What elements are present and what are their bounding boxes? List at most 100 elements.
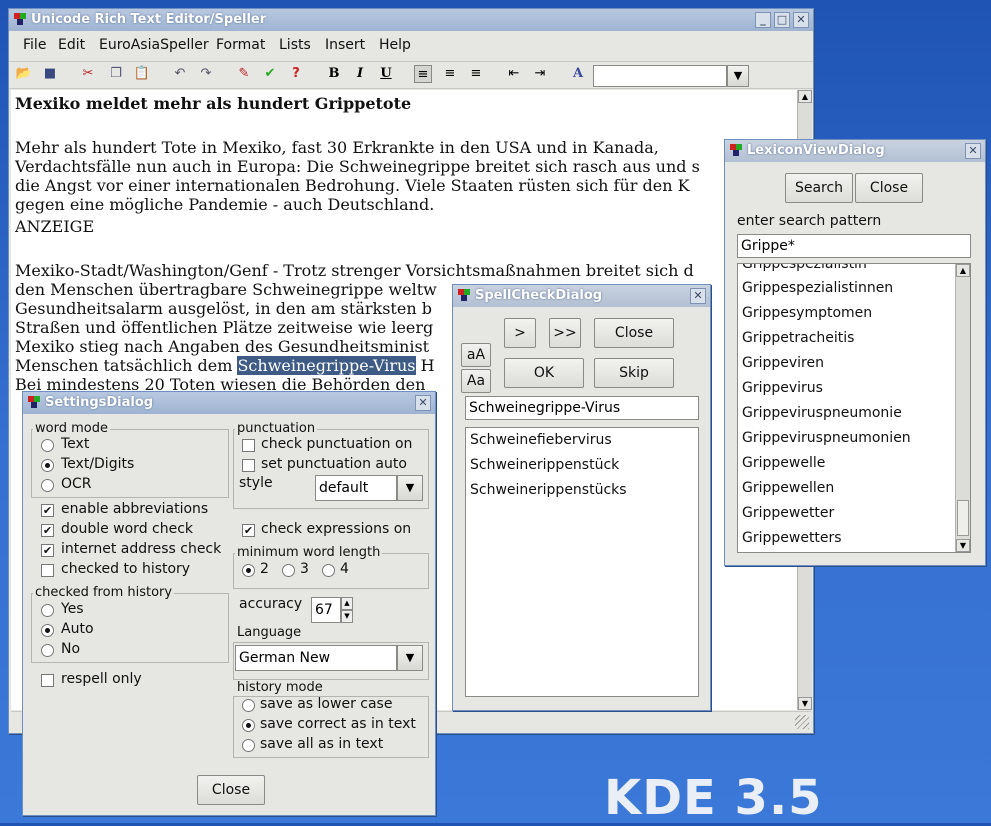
resize-grip-icon[interactable] (795, 715, 809, 729)
pattern-input[interactable]: Grippe* (737, 234, 971, 258)
menu-insert[interactable]: Insert (325, 34, 365, 56)
maximize-button[interactable]: □ (774, 12, 790, 28)
open-icon[interactable]: 📂 (15, 65, 33, 83)
list-item[interactable]: Grippeviruspneumonien (742, 430, 911, 446)
abbreviations-checkbox[interactable]: ✔ (41, 504, 54, 517)
word-input[interactable]: Schweinegrippe-Virus (465, 396, 699, 420)
internet-address-checkbox[interactable]: ✔ (41, 544, 54, 557)
list-item[interactable]: Grippewellen (742, 480, 834, 496)
scroll-thumb[interactable] (957, 500, 969, 536)
suggestions-list[interactable]: Schweinefiebervirus Schweinerippenstück … (465, 427, 699, 697)
paste-icon[interactable]: 📋 (133, 65, 151, 83)
min-word-2-radio[interactable] (242, 564, 255, 577)
align-center-icon[interactable]: ≡ (441, 65, 459, 83)
menu-file[interactable]: File (23, 34, 46, 56)
help-icon[interactable]: ? (287, 65, 305, 83)
respell-only-checkbox[interactable] (41, 674, 54, 687)
word-mode-text-radio[interactable] (41, 439, 54, 452)
font-combo-arrow[interactable]: ▼ (727, 65, 749, 87)
skip-button[interactable]: Skip (594, 358, 674, 388)
close-button[interactable]: ✕ (793, 12, 809, 28)
menu-format[interactable]: Format (216, 34, 265, 56)
min-word-3-radio[interactable] (282, 564, 295, 577)
list-item[interactable]: Grippevirus (742, 380, 823, 396)
scroll-down-icon[interactable]: ▼ (798, 697, 812, 710)
copy-icon[interactable]: ❐ (107, 65, 125, 83)
spell-close-button[interactable]: Close (594, 318, 674, 348)
list-item[interactable]: Grippesymptomen (742, 305, 872, 321)
uppercase-button[interactable]: Aa (461, 369, 491, 393)
expressions-checkbox[interactable]: ✔ (242, 524, 255, 537)
check-punctuation-checkbox[interactable] (242, 439, 255, 452)
spin-down-icon[interactable]: ▼ (341, 610, 353, 623)
scroll-down-icon[interactable]: ▼ (956, 539, 970, 552)
scroll-up-icon[interactable]: ▲ (956, 264, 970, 277)
checked-to-history-checkbox[interactable] (41, 564, 54, 577)
history-auto-radio[interactable] (41, 624, 54, 637)
menu-euroasiaspeller[interactable]: EuroAsiaSpeller (99, 34, 209, 56)
history-correct-radio[interactable] (242, 719, 255, 732)
spellcheck-title-bar[interactable]: SpellCheckDialog ✕ (453, 285, 710, 307)
bold-button[interactable]: B (325, 65, 343, 83)
minimize-button[interactable]: _ (755, 12, 771, 28)
history-no-radio[interactable] (41, 644, 54, 657)
menu-edit[interactable]: Edit (58, 34, 85, 56)
lexicon-search-button[interactable]: Search (785, 173, 853, 203)
accuracy-spinbox[interactable]: 67 (311, 597, 341, 623)
scroll-up-icon[interactable]: ▲ (798, 90, 812, 103)
list-item[interactable]: Grippetracheitis (742, 330, 854, 346)
indent-icon[interactable]: ⇥ (531, 65, 549, 83)
history-yes-radio[interactable] (41, 604, 54, 617)
lexicon-close-icon[interactable]: ✕ (965, 143, 981, 159)
spellcheck-close-icon[interactable]: ✕ (690, 288, 706, 304)
next-button[interactable]: > (504, 318, 536, 348)
list-item[interactable]: Schweinerippenstück (470, 457, 619, 473)
italic-button[interactable]: I (351, 65, 369, 83)
word-mode-textdigits-radio[interactable] (41, 459, 54, 472)
style-combo-arrow[interactable]: ▼ (397, 475, 423, 501)
selected-word[interactable]: Schweinegrippe-Virus (237, 356, 416, 375)
cut-icon[interactable]: ✂ (79, 65, 97, 83)
list-item[interactable]: Grippespezialistinnen (742, 280, 893, 296)
language-combo[interactable]: German New (235, 645, 397, 671)
font-combo[interactable] (593, 65, 727, 87)
list-item[interactable]: Grippewelle (742, 455, 825, 471)
spin-up-icon[interactable]: ▲ (341, 597, 353, 610)
ok-button[interactable]: OK (504, 358, 584, 388)
double-word-checkbox[interactable]: ✔ (41, 524, 54, 537)
language-combo-arrow[interactable]: ▼ (397, 645, 423, 671)
menu-help[interactable]: Help (379, 34, 411, 56)
save-icon[interactable]: ■ (41, 65, 59, 83)
lexicon-title-bar[interactable]: LexiconViewDialog ✕ (725, 140, 985, 162)
list-item[interactable]: Grippewetters (742, 530, 842, 546)
settings-close-button[interactable]: Close (197, 775, 265, 805)
redo-icon[interactable]: ↷ (197, 65, 215, 83)
list-item[interactable]: Schweinefiebervirus (470, 432, 612, 448)
min-word-4-radio[interactable] (322, 564, 335, 577)
outdent-icon[interactable]: ⇤ (505, 65, 523, 83)
settings-title-bar[interactable]: SettingsDialog ✕ (23, 392, 435, 414)
punctuation-auto-checkbox[interactable] (242, 459, 255, 472)
list-item[interactable]: Grippeviruspneumonie (742, 405, 902, 421)
check-icon[interactable]: ✔ (261, 65, 279, 83)
list-item[interactable]: Schweinerippenstücks (470, 482, 627, 498)
font-icon[interactable]: A (569, 65, 587, 83)
align-right-icon[interactable]: ≡ (467, 65, 485, 83)
style-combo[interactable]: default (315, 475, 397, 501)
history-all-radio[interactable] (242, 739, 255, 752)
lexicon-scrollbar[interactable]: ▲ ▼ (955, 264, 970, 552)
lowercase-button[interactable]: aA (461, 343, 491, 367)
list-item[interactable]: Grippeviren (742, 355, 824, 371)
lexicon-close-button[interactable]: Close (855, 173, 923, 203)
underline-button[interactable]: U (377, 65, 395, 83)
lexicon-list[interactable]: Grippespezialistin Grippespezialistinnen… (737, 263, 971, 553)
spellcheck-icon[interactable]: ✎ (235, 65, 253, 83)
settings-close-icon[interactable]: ✕ (415, 395, 431, 411)
list-item[interactable]: Grippespezialistin (742, 264, 867, 272)
main-title-bar[interactable]: Unicode Rich Text Editor/Speller _ □ ✕ (9, 9, 813, 31)
next-all-button[interactable]: >> (549, 318, 581, 348)
history-lower-radio[interactable] (242, 699, 255, 712)
align-left-icon[interactable]: ≡ (414, 65, 432, 83)
list-item[interactable]: Grippewetter (742, 505, 834, 521)
menu-lists[interactable]: Lists (279, 34, 311, 56)
